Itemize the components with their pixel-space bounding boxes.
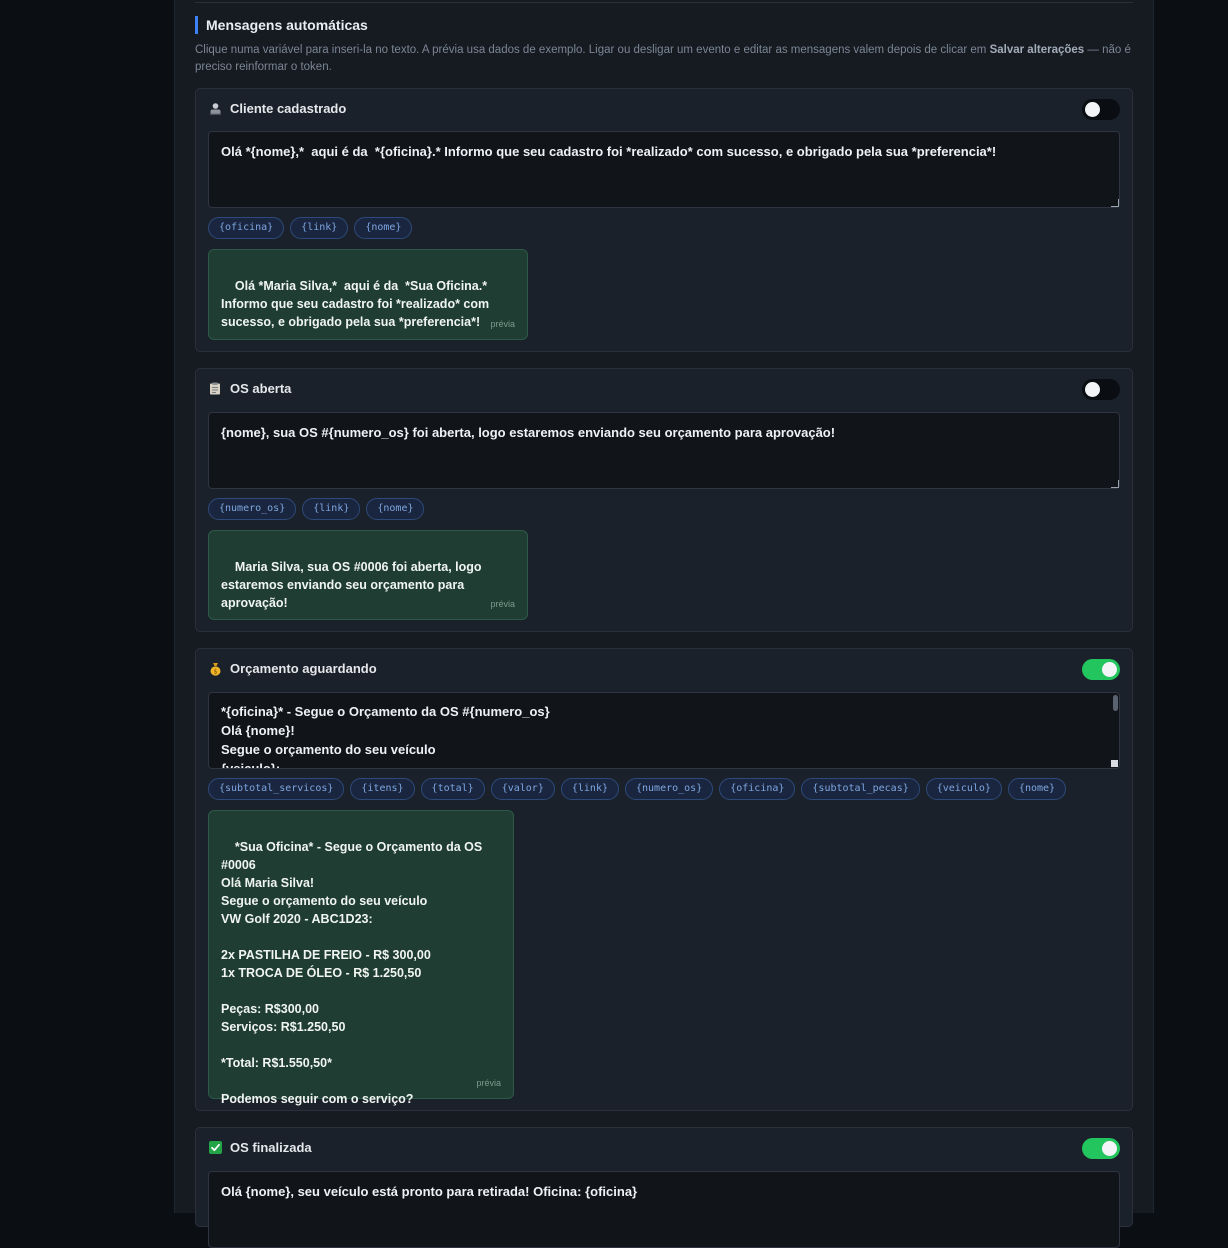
preview-text: *Sua Oficina* - Segue o Orçamento da OS … bbox=[221, 840, 483, 1106]
preview-label: prévia bbox=[476, 1078, 501, 1088]
money-bag-icon: $ bbox=[208, 662, 222, 676]
enable-toggle[interactable] bbox=[1082, 99, 1120, 120]
variable-chip[interactable]: {itens} bbox=[350, 778, 415, 800]
enable-toggle[interactable] bbox=[1082, 1138, 1120, 1159]
variable-chip[interactable]: {valor} bbox=[490, 778, 555, 800]
event-card-os-finalizada: OS finalizada Olá {nome}, seu veículo es… bbox=[195, 1127, 1133, 1248]
message-textarea[interactable]: Olá {nome}, seu veículo está pronto para… bbox=[208, 1171, 1120, 1248]
variable-chip[interactable]: {oficina} bbox=[719, 778, 796, 800]
event-card-orcamento-aguardando: $ Orçamento aguardando *{oficina}* - Seg… bbox=[195, 648, 1133, 1111]
card-header: OS finalizada bbox=[208, 1128, 1120, 1168]
card-header: Cliente cadastrado bbox=[208, 89, 1120, 129]
variable-chip[interactable]: {subtotal_servicos} bbox=[208, 778, 345, 800]
toggle-knob bbox=[1102, 662, 1117, 677]
enable-toggle[interactable] bbox=[1082, 379, 1120, 400]
variable-chip[interactable]: {numero_os} bbox=[208, 498, 297, 520]
message-preview: Olá *Maria Silva,* aqui é da *Sua Oficin… bbox=[208, 249, 528, 340]
card-header: OS aberta bbox=[208, 369, 1120, 409]
variable-chip[interactable]: {veiculo} bbox=[925, 778, 1002, 800]
save-changes-reference: Salvar alterações bbox=[989, 44, 1085, 56]
variable-chip[interactable]: {subtotal_pecas} bbox=[801, 778, 920, 800]
variable-chips: {subtotal_servicos} {itens} {total} {valor}… bbox=[208, 778, 1072, 800]
enable-toggle[interactable] bbox=[1082, 659, 1120, 680]
message-textarea[interactable]: *{oficina}* - Segue o Orçamento da OS #{… bbox=[208, 692, 1120, 769]
section-title: Mensagens automáticas bbox=[195, 16, 368, 34]
variable-chip[interactable]: {nome} bbox=[1007, 778, 1067, 800]
scrollbar[interactable] bbox=[1113, 695, 1118, 711]
preview-label: prévia bbox=[490, 319, 515, 329]
resize-handle-icon[interactable] bbox=[1111, 480, 1119, 488]
variable-chip[interactable]: {total} bbox=[420, 778, 485, 800]
resize-handle-icon[interactable] bbox=[1111, 760, 1118, 767]
event-card-os-aberta: OS aberta {nome}, sua OS #{numero_os} fo… bbox=[195, 368, 1133, 632]
user-silhouette-icon bbox=[208, 102, 222, 116]
toggle-knob bbox=[1085, 102, 1100, 117]
variable-chip[interactable]: {link} bbox=[560, 778, 619, 800]
variable-chip[interactable]: {oficina} bbox=[208, 217, 285, 239]
variable-chip[interactable]: {numero_os} bbox=[624, 778, 714, 800]
resize-handle-icon[interactable] bbox=[1111, 199, 1119, 207]
card-title: Orçamento aguardando bbox=[230, 661, 377, 676]
message-textarea[interactable]: Olá *{nome},* aqui é da *{oficina}.* Inf… bbox=[208, 131, 1120, 208]
section-description: Clique numa variável para inseri-la no t… bbox=[195, 42, 1140, 76]
card-header: $ Orçamento aguardando bbox=[208, 649, 1120, 689]
preview-text: Maria Silva, sua OS #0006 foi aberta, lo… bbox=[221, 560, 486, 610]
check-mark-icon bbox=[208, 1141, 222, 1155]
card-title: OS finalizada bbox=[230, 1140, 312, 1155]
message-preview: Maria Silva, sua OS #0006 foi aberta, lo… bbox=[208, 530, 528, 620]
toggle-knob bbox=[1085, 382, 1100, 397]
variable-chip[interactable]: {link} bbox=[290, 217, 349, 239]
variable-chips: {numero_os} {link} {nome} bbox=[208, 498, 430, 520]
message-preview: *Sua Oficina* - Segue o Orçamento da OS … bbox=[208, 810, 514, 1106]
top-divider bbox=[195, 2, 1133, 3]
variable-chip[interactable]: {link} bbox=[302, 498, 361, 520]
variable-chips: {oficina} {link} {nome} bbox=[208, 217, 418, 239]
section-description-text: Clique numa variável para inseri-la no t… bbox=[195, 44, 990, 56]
clipboard-icon bbox=[208, 382, 222, 396]
variable-chip[interactable]: {nome} bbox=[354, 217, 413, 239]
preview-text: Olá *Maria Silva,* aqui é da *Sua Oficin… bbox=[221, 279, 493, 329]
event-card-cliente-cadastrado: Cliente cadastrado Olá *{nome},* aqui é … bbox=[195, 88, 1133, 352]
message-textarea[interactable]: {nome}, sua OS #{numero_os} foi aberta, … bbox=[208, 412, 1120, 489]
preview-label: prévia bbox=[490, 599, 515, 609]
card-title: Cliente cadastrado bbox=[230, 101, 347, 116]
variable-chip[interactable]: {nome} bbox=[366, 498, 425, 520]
toggle-knob bbox=[1102, 1141, 1117, 1156]
svg-text:$: $ bbox=[213, 669, 217, 676]
card-title: OS aberta bbox=[230, 381, 292, 396]
